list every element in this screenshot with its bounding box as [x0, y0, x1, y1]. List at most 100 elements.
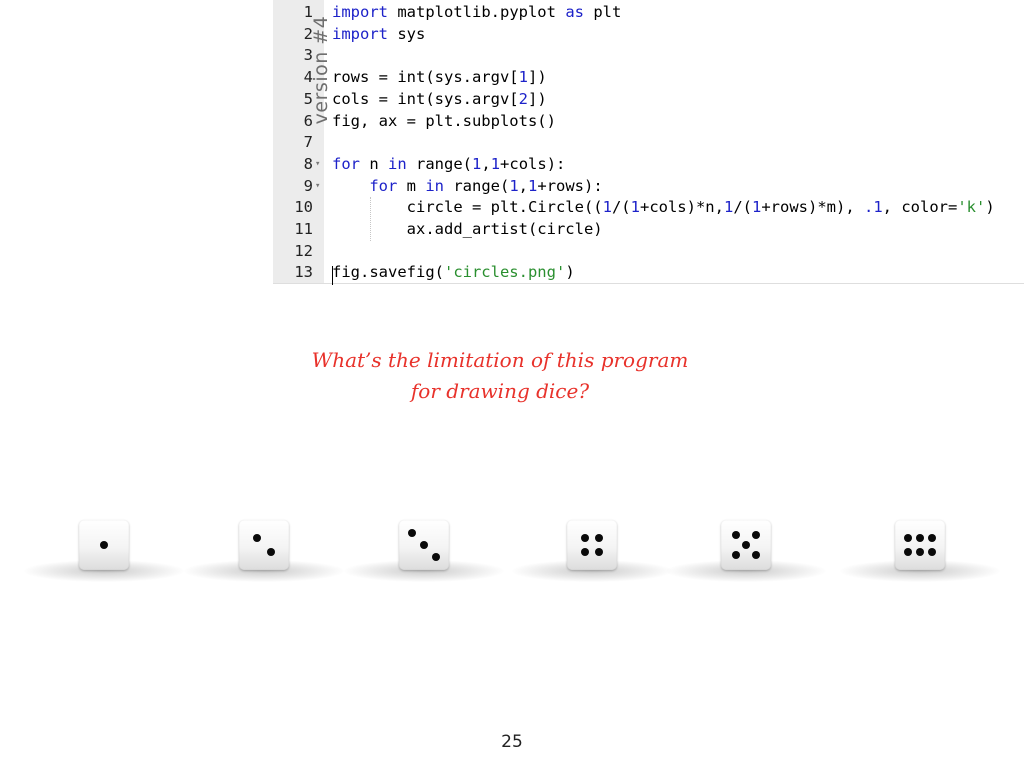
code-line[interactable]: 2 import sys [273, 23, 1024, 45]
number-token: 1 [472, 154, 482, 173]
code-line[interactable]: 13 fig.savefig('circles.png') [273, 261, 1024, 283]
code-token: range( [406, 154, 472, 173]
pip [595, 548, 603, 556]
line-number: 10 [294, 198, 313, 217]
fold-toggle-icon[interactable]: ▾ [315, 153, 320, 175]
string-token: 'k' [957, 198, 986, 217]
code-line[interactable]: 4 rows = int(sys.argv[1]) [273, 66, 1024, 88]
pip [928, 534, 936, 542]
keyword-token: import [332, 24, 388, 43]
keyword-token: as [565, 3, 584, 21]
die [79, 520, 129, 570]
code-line[interactable]: 12 [273, 240, 1024, 262]
code-token: ax.add_artist(circle) [332, 220, 603, 238]
pip [916, 534, 924, 542]
code-text: rows = int(sys.argv[1]) [332, 66, 547, 88]
number-token: 1 [490, 154, 501, 173]
code-text: ax.add_artist(circle) [332, 218, 603, 240]
die [721, 520, 771, 570]
code-text: cols = int(sys.argv[2]) [332, 88, 547, 110]
code-text: import sys [332, 23, 425, 45]
fold-toggle-icon[interactable]: ▾ [315, 175, 320, 197]
die-face-4 [512, 520, 672, 582]
die-face-1 [24, 520, 184, 582]
die-face-6 [840, 520, 1000, 582]
keyword-token: for [369, 176, 398, 195]
code-token: fig.savefig( [332, 263, 444, 282]
pip [928, 548, 936, 556]
code-token: circle = plt.Circle(( [332, 198, 603, 217]
keyword-token: import [332, 3, 388, 21]
code-line[interactable]: 8 ▾ for n in range(1,1+cols): [273, 153, 1024, 175]
code-editor[interactable]: version #4 1 import matplotlib.pyplot as … [273, 0, 1024, 285]
keyword-token: for [332, 154, 360, 173]
pip [253, 534, 261, 542]
line-number: 1 [303, 3, 313, 21]
code-text: for m in range(1,1+rows): [332, 175, 602, 197]
pip [916, 548, 924, 556]
pip [420, 541, 428, 549]
line-number: 4 [303, 68, 313, 87]
code-token: sys [388, 24, 426, 43]
code-token: ]) [527, 89, 547, 108]
code-line[interactable]: 3 [273, 44, 1024, 66]
code-token: rows = int(sys.argv[ [332, 68, 519, 87]
line-number: 9 [303, 176, 313, 195]
code-line[interactable]: 10 circle = plt.Circle((1/(1+cols)*n,1/(… [273, 196, 1024, 218]
code-token: /( [733, 198, 752, 217]
text-cursor [332, 266, 333, 285]
pip [100, 541, 108, 549]
code-token: ]) [527, 68, 547, 87]
die-face-5 [666, 520, 826, 582]
line-number: 3 [303, 46, 313, 65]
die [567, 520, 617, 570]
code-token: ) [565, 263, 575, 282]
die [399, 520, 449, 570]
line-number: 11 [294, 220, 313, 238]
line-number: 13 [294, 263, 313, 282]
code-text: import matplotlib.pyplot as plt [332, 1, 621, 23]
code-token: , [481, 154, 491, 173]
code-line[interactable]: 6 fig, ax = plt.subplots() [273, 110, 1024, 132]
number-token: 1 [518, 68, 528, 87]
pip [408, 529, 416, 537]
code-text: fig, ax = plt.subplots() [332, 110, 556, 132]
code-token: , [518, 176, 529, 195]
line-number: 2 [303, 24, 313, 43]
die-face-3 [344, 520, 504, 582]
line-number: 6 [303, 111, 313, 130]
number-token: 1 [602, 198, 612, 217]
code-token: matplotlib.pyplot [388, 3, 566, 21]
code-line[interactable]: 11 ax.add_artist(circle) [273, 218, 1024, 240]
code-line[interactable]: 5 cols = int(sys.argv[2]) [273, 88, 1024, 110]
pip [581, 548, 589, 556]
pip [904, 534, 912, 542]
code-line[interactable]: 7 [273, 131, 1024, 153]
code-token: fig, ax = plt.subplots() [332, 111, 556, 130]
code-token: +rows)*m), [761, 198, 864, 217]
line-number: 5 [303, 89, 313, 108]
pip [267, 548, 275, 556]
line-number: 12 [294, 241, 313, 260]
die [895, 520, 945, 570]
pip [732, 551, 740, 559]
code-line[interactable]: 1 import matplotlib.pyplot as plt [273, 1, 1024, 23]
pip [904, 548, 912, 556]
pip [595, 534, 603, 542]
code-line[interactable]: 9 ▾ for m in range(1,1+rows): [273, 175, 1024, 197]
code-token: m [397, 176, 426, 195]
code-token: plt [583, 3, 622, 21]
code-token: +cols)*n, [639, 198, 724, 217]
keyword-token: in [425, 176, 444, 195]
die-face-2 [184, 520, 344, 582]
number-token: 1 [528, 176, 538, 195]
code-token: range( [444, 176, 510, 195]
pip [732, 531, 740, 539]
number-token: 2 [518, 89, 528, 108]
code-token: ) [985, 198, 995, 217]
code-token: +cols): [500, 154, 566, 173]
question-line-1: What’s the limitation of this program [311, 348, 689, 372]
code-text: fig.savefig('circles.png') [332, 261, 575, 283]
string-token: 'circles.png' [443, 263, 566, 282]
